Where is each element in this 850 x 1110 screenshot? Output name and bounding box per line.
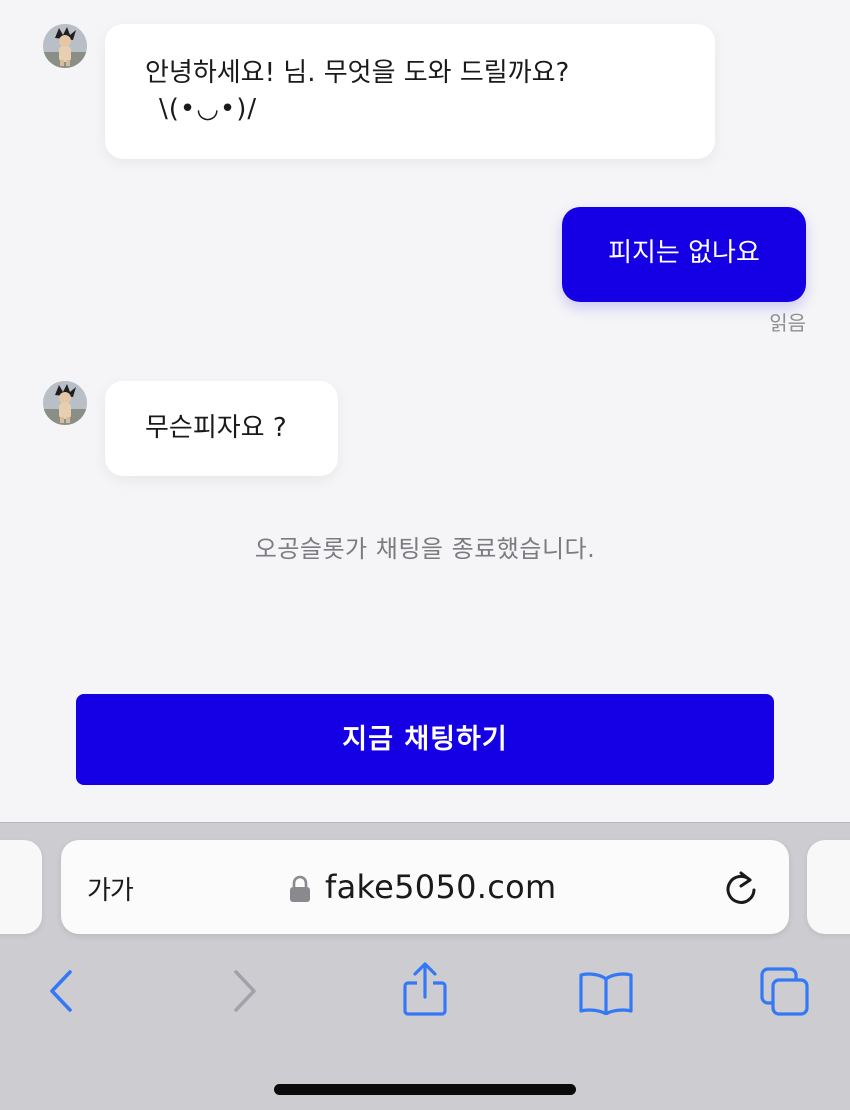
browser-toolbar: 가가 fake5050.com bbox=[0, 822, 850, 1110]
address-bar[interactable]: 가가 fake5050.com bbox=[61, 840, 789, 934]
read-receipt: 읽음 bbox=[769, 311, 806, 335]
chat-ended-notice: 오공슬롯가 채팅을 종료했습니다. bbox=[254, 535, 596, 563]
previous-tab-preview[interactable] bbox=[0, 840, 42, 934]
message-text: 무슨피자요 ? bbox=[145, 413, 287, 443]
back-button[interactable] bbox=[44, 968, 80, 1014]
share-icon[interactable] bbox=[400, 961, 450, 1019]
avatar-image bbox=[43, 381, 87, 425]
text-size-button[interactable]: 가가 bbox=[87, 870, 134, 907]
message-text: 안녕하세요! 님. 무엇을 도와 드릴까요? bbox=[145, 58, 570, 88]
bookmarks-icon[interactable] bbox=[578, 971, 634, 1015]
url-text[interactable]: fake5050.com bbox=[325, 868, 557, 906]
text-size-label: 가가 bbox=[87, 876, 134, 906]
home-indicator[interactable] bbox=[274, 1084, 576, 1095]
forward-button[interactable] bbox=[226, 968, 262, 1014]
agent-message-bubble: 안녕하세요! 님. 무엇을 도와 드릴까요? \(•◡•)/ bbox=[105, 24, 715, 159]
agent-avatar[interactable] bbox=[43, 381, 87, 425]
avatar-image bbox=[43, 24, 87, 68]
chat-now-button[interactable]: 지금 채팅하기 bbox=[76, 694, 774, 785]
kaomoji-text: \(•◡•)/ bbox=[159, 94, 258, 124]
message-text: 피지는 없나요 bbox=[608, 238, 760, 268]
agent-avatar[interactable] bbox=[43, 24, 87, 68]
tabs-icon[interactable] bbox=[758, 965, 812, 1019]
next-tab-preview[interactable] bbox=[807, 840, 850, 934]
chat-area: 안녕하세요! 님. 무엇을 도와 드릴까요? \(•◡•)/ 피지는 없나요 읽… bbox=[0, 0, 850, 822]
lock-icon bbox=[290, 875, 310, 902]
agent-message-bubble: 무슨피자요 ? bbox=[105, 381, 338, 476]
user-message-bubble: 피지는 없나요 bbox=[562, 207, 806, 302]
screen: 안녕하세요! 님. 무엇을 도와 드릴까요? \(•◡•)/ 피지는 없나요 읽… bbox=[0, 0, 850, 1110]
reload-icon[interactable] bbox=[721, 868, 761, 908]
